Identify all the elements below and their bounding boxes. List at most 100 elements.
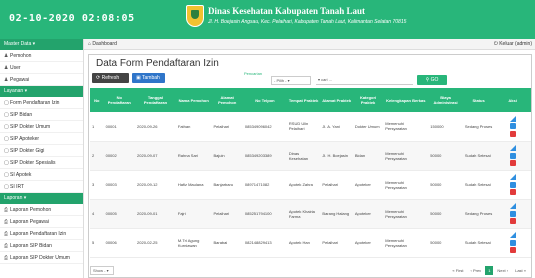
sidebar-item-label: Laporan SIP Bidan	[10, 243, 52, 249]
table-cell-no-telpon: 085349096042	[242, 112, 287, 142]
column-header-no[interactable]: No	[90, 88, 104, 112]
column-header-nama-pemohon[interactable]: Nama Pemohon	[175, 88, 212, 112]
sidebar-item-pemohon[interactable]: ♟ Pemohon	[0, 50, 83, 62]
sidebar-item-laporan-pendaftaran-izin[interactable]: ⎙ Laporan Pendaftaran Izin	[0, 228, 83, 240]
refresh-button[interactable]: ⟳ Refresh	[92, 73, 129, 83]
sidebar-item-laporan-pemohon[interactable]: ⎙ Laporan Pemohon	[0, 204, 83, 216]
sidebar-section-layanan[interactable]: Layanan ▾	[0, 86, 83, 97]
table-footer: Show - ▾ « First ‹ Prev 1 Next › Last »	[88, 262, 532, 278]
clock: 02-10-2020 02:08:05	[9, 13, 135, 24]
table-cell-biaya-administrasi: 50000	[428, 141, 463, 171]
sidebar-item-laporan-pegawai[interactable]: ⎙ Laporan Pegawai	[0, 216, 83, 228]
sidebar-item-sip-bidan[interactable]: ▢SIP Bidan	[0, 109, 83, 121]
table-cell-no-telpon: 08971471082	[242, 170, 287, 200]
go-button[interactable]: ⚲ GO	[417, 75, 447, 85]
table-cell-kelengkapan-berkas: Memenuhi Persyaratan	[383, 228, 429, 258]
table-cell-tempat-praktek: RSUD Ulin Pelaihari	[286, 112, 321, 142]
table-cell-alamat-praktek: Barang Halang	[320, 199, 353, 229]
table-cell-alamat-pemohon: Pelaihari	[211, 112, 243, 142]
column-header-biaya-administrasi[interactable]: Biaya Administrasi	[428, 88, 463, 112]
column-header-tanggal-pendaftaran[interactable]: Tanggal Pendaftaran	[135, 88, 176, 112]
trash-icon[interactable]	[509, 218, 516, 225]
send-icon[interactable]	[509, 232, 516, 239]
office-name: Dinas Kesehatan Kabupaten Tanah Laut	[208, 6, 366, 16]
table-cell-no-telpon: 085251794100	[242, 199, 287, 229]
page-size-select[interactable]: Show - ▾	[90, 266, 114, 275]
column-header-alamat-pemohon[interactable]: Alamat Pemohon	[211, 88, 243, 112]
column-header-kelengkapan-berkas[interactable]: Kelengkapan Berkas	[383, 88, 429, 112]
sidebar-item-form-pendaftaran-izin[interactable]: ▢Form Pendaftaran Izin	[0, 97, 83, 109]
send-icon[interactable]	[509, 203, 516, 210]
sidebar-item-si-irt[interactable]: ▢SI IRT	[0, 181, 83, 193]
table-cell-tanggal-pendaftaran: 2020-09-01	[135, 199, 176, 229]
column-header-no-pendaftaran[interactable]: No Pendaftaran	[103, 88, 136, 112]
sidebar-item-pegawai[interactable]: ♟ Pegawai	[0, 74, 83, 86]
trash-icon[interactable]	[509, 130, 516, 137]
search-input[interactable]: ▾ cari ...	[316, 76, 413, 85]
add-button[interactable]: ▣ Tambah	[132, 73, 165, 83]
table-cell-no: 5	[90, 228, 104, 258]
trash-icon[interactable]	[509, 160, 516, 167]
table-cell-kelengkapan-berkas: Memenuhi Persyaratan	[383, 199, 429, 229]
sidebar-item-sip-apoteker[interactable]: ▢SIP Apoteker	[0, 133, 83, 145]
table-cell-alamat-pemohon: Banjarbaru	[211, 170, 243, 200]
breadcrumb[interactable]: ⌂ Dashboard	[88, 41, 117, 47]
edit-icon[interactable]	[509, 239, 516, 246]
add-label: Tambah	[142, 75, 160, 81]
table-cell-aksi	[494, 228, 531, 258]
breadcrumb-label: Dashboard	[92, 41, 117, 47]
column-header-tempat-praktek[interactable]: Tempat Praktek	[286, 88, 321, 112]
sidebar-item-sip-dokter-gigi[interactable]: ▢SIP Dokter Gigi	[0, 145, 83, 157]
sidebar-item-label: Laporan Pemohon	[10, 207, 52, 213]
sidebar-item-label: SIP Dokter Gigi	[10, 148, 45, 154]
sidebar-item-sip-dokter-umum[interactable]: ▢SIP Dokter Umum	[0, 121, 83, 133]
sidebar-item-laporan-sip-dokter-umum[interactable]: ⎙ Laporan SIP Dokter Umum	[0, 252, 83, 264]
sidebar-item-user[interactable]: ♟ User	[0, 62, 83, 74]
page-link-next[interactable]: Next ›	[494, 266, 511, 275]
table-row: 4 00005 2020-09-01 Fajri Pelaihari 0852517941…	[90, 199, 531, 229]
table-cell-alamat-pemohon: Pelaihari	[211, 199, 243, 229]
table-cell-status: Sedang Proses	[462, 199, 495, 229]
sidebar-section-laporan[interactable]: Laporan ▾	[0, 193, 83, 204]
column-header-no-telpon[interactable]: No Telpon	[242, 88, 287, 112]
trash-icon[interactable]	[509, 189, 516, 196]
page-link-first[interactable]: « First	[449, 266, 466, 275]
table-cell-aksi	[494, 112, 531, 142]
column-header-kategori-praktek[interactable]: Kategori Praktek	[352, 88, 384, 112]
trash-icon[interactable]	[509, 247, 516, 254]
sidebar-item-laporan-sip-bidan[interactable]: ⎙ Laporan SIP Bidan	[0, 240, 83, 252]
filter-select[interactable]: - Pilih - ▾	[271, 76, 311, 85]
table-cell-kelengkapan-berkas: Memenuhi Persyaratan	[383, 141, 429, 171]
column-header-status[interactable]: Status	[462, 88, 495, 112]
sidebar-item-label: SIP Dokter Spesialis	[10, 160, 56, 166]
page-link-last[interactable]: Last »	[512, 266, 529, 275]
column-header-aksi[interactable]: Aksi	[494, 88, 531, 112]
send-icon[interactable]	[509, 145, 516, 152]
edit-icon[interactable]	[509, 210, 516, 217]
table-cell-alamat-pemohon: Bajuin	[211, 141, 243, 171]
table-row: 1 00001 2020-09-26 Fathan Pelaihari 085349096…	[90, 112, 531, 142]
table-cell-aksi	[494, 141, 531, 171]
sidebar-item-si-apotek[interactable]: ▢SI Apotek	[0, 169, 83, 181]
table-cell-nama-pemohon: Rahna Sari	[175, 141, 212, 171]
edit-icon[interactable]	[509, 123, 516, 130]
column-header-alamat-praktek[interactable]: Alamat Praktek	[320, 88, 353, 112]
table-cell-alamat-praktek: Jl. A. Yani	[320, 112, 353, 142]
table-cell-no: 2	[90, 141, 104, 171]
sidebar-section-master[interactable]: Master Data ▾	[0, 39, 83, 50]
sidebar-item-label: Laporan Pendaftaran Izin	[10, 231, 67, 237]
table-cell-kategori-praktek: Apoteker	[352, 228, 384, 258]
send-icon[interactable]	[509, 116, 516, 123]
search-placeholder: cari ...	[321, 77, 333, 82]
logout-link[interactable]: ⏻ Keluar (admin)	[494, 41, 532, 47]
edit-icon[interactable]	[509, 152, 516, 159]
sidebar-item-label: SIP Dokter Umum	[10, 124, 51, 130]
table-cell-alamat-praktek: Pelaihari	[320, 228, 353, 258]
edit-icon[interactable]	[509, 181, 516, 188]
page-link-prev[interactable]: ‹ Prev	[468, 266, 485, 275]
table-cell-tempat-praktek: Apotek Zahra	[286, 170, 321, 200]
send-icon[interactable]	[509, 174, 516, 181]
sidebar-item-sip-dokter-spesialis[interactable]: ▢SIP Dokter Spesialis	[0, 157, 83, 169]
table-cell-no: 3	[90, 170, 104, 200]
page-link-1[interactable]: 1	[485, 266, 494, 275]
